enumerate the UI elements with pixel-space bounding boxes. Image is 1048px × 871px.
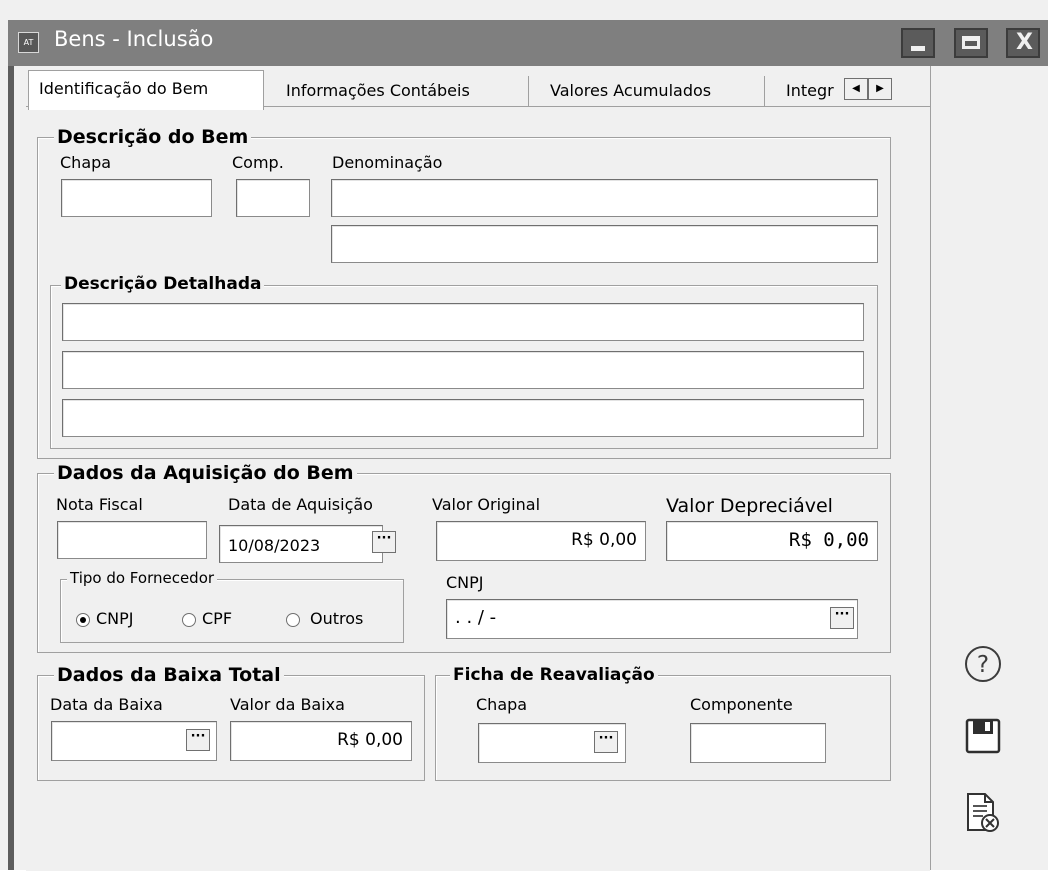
chapa-label: Chapa	[60, 153, 112, 172]
tab-separator	[764, 76, 765, 106]
reavaliacao-componente-input[interactable]	[690, 723, 826, 763]
descricao-detalhada-line3[interactable]	[62, 399, 864, 437]
valor-original-label: Valor Original	[432, 495, 541, 514]
cancel-document-icon[interactable]	[965, 792, 1001, 834]
cnpj-label: CNPJ	[446, 573, 484, 592]
baixa-legend: Dados da Baixa Total	[54, 664, 284, 686]
window-title: Bens - Inclusão	[54, 27, 214, 51]
help-icon[interactable]: ?	[963, 644, 1003, 684]
tab-informacoes-contabeis[interactable]: Informações Contábeis	[276, 74, 530, 108]
window: AT Bens - Inclusão X Identificação do Be…	[0, 0, 1048, 871]
data-aquisicao-label: Data de Aquisição	[228, 495, 373, 514]
radio-cnpj-label[interactable]: CNPJ	[96, 609, 134, 628]
radio-outros[interactable]	[286, 613, 300, 627]
reavaliacao-chapa-label: Chapa	[476, 695, 528, 714]
tipo-fornecedor-legend: Tipo do Fornecedor	[67, 569, 218, 587]
close-button[interactable]: X	[1006, 28, 1040, 58]
title-bar[interactable]: AT Bens - Inclusão X	[8, 20, 1048, 66]
valor-depreciavel-label: Valor Depreciável	[666, 495, 833, 517]
minimize-button[interactable]	[901, 28, 935, 58]
denominacao-label: Denominação	[332, 153, 443, 172]
nota-fiscal-label: Nota Fiscal	[56, 495, 143, 514]
tab-integracao[interactable]: Integr	[776, 74, 848, 108]
radio-outros-label[interactable]: Outros	[310, 609, 363, 628]
descricao-legend: Descrição do Bem	[54, 126, 252, 148]
radio-cpf-label[interactable]: CPF	[202, 609, 232, 628]
valor-original-input[interactable]: R$ 0,00	[436, 521, 646, 561]
radio-cnpj[interactable]	[76, 613, 90, 627]
denominacao-input-line1[interactable]	[331, 179, 878, 217]
descricao-detalhada-line2[interactable]	[62, 351, 864, 389]
data-aquisicao-picker-button[interactable]: ···	[372, 531, 396, 553]
comp-label: Comp.	[232, 153, 284, 172]
tab-scroll-right-button[interactable]: ▶	[868, 78, 892, 100]
reavaliacao-chapa-lookup-button[interactable]: ···	[594, 731, 618, 753]
valor-depreciavel-input[interactable]: R$ 0,00	[666, 521, 878, 561]
tab-scroll-left-button[interactable]: ◀	[844, 78, 868, 100]
app-icon: AT	[18, 32, 39, 53]
cnpj-input[interactable]: . . / -	[446, 599, 858, 639]
tab-separator	[528, 76, 529, 106]
tab-valores-acumulados[interactable]: Valores Acumulados	[540, 74, 760, 108]
window-left-edge	[8, 66, 14, 870]
reavaliacao-componente-label: Componente	[690, 695, 793, 714]
save-icon[interactable]	[965, 718, 1001, 754]
aquisicao-legend: Dados da Aquisição do Bem	[54, 462, 357, 484]
comp-input[interactable]	[236, 179, 310, 217]
svg-text:?: ?	[977, 652, 989, 678]
tab-bar: Identificação do Bem Informações Contábe…	[26, 68, 930, 110]
tab-identificacao[interactable]: Identificação do Bem	[28, 70, 264, 110]
data-aquisicao-input[interactable]: 10/08/2023	[219, 525, 383, 563]
reavaliacao-legend: Ficha de Reavaliação	[450, 665, 658, 685]
valor-baixa-label: Valor da Baixa	[230, 695, 345, 714]
cnpj-lookup-button[interactable]: ···	[830, 607, 854, 629]
chapa-input[interactable]	[61, 179, 212, 217]
tab-page-identificacao: Descrição do Bem Chapa Comp. Denominação…	[26, 106, 930, 871]
denominacao-input-line2[interactable]	[331, 225, 878, 263]
data-baixa-label: Data da Baixa	[50, 695, 163, 714]
radio-cpf[interactable]	[182, 613, 196, 627]
data-baixa-picker-button[interactable]: ···	[186, 729, 210, 751]
side-action-panel: ?	[930, 66, 1048, 870]
valor-baixa-input[interactable]: R$ 0,00	[230, 721, 412, 761]
nota-fiscal-input[interactable]	[57, 521, 207, 559]
descricao-detalhada-line1[interactable]	[62, 303, 864, 341]
maximize-button[interactable]	[954, 28, 988, 58]
descricao-detalhada-legend: Descrição Detalhada	[61, 274, 265, 294]
